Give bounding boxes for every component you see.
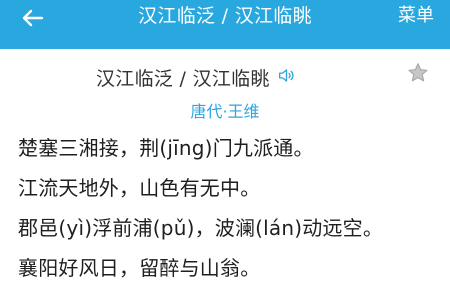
poem-line-4: 襄阳好风日，留醉与山翁。 [18, 256, 261, 280]
speaker-icon [278, 67, 295, 88]
poem-line-3: 郡邑(yì)浮前浦(pǔ)，波澜(lán)动远空。 [18, 216, 384, 240]
poem-detail-screen: 汉江临泛 / 汉江临眺 菜单 汉江临泛 / 汉江临眺 唐代·王维 楚塞三湘接，荆… [0, 0, 450, 289]
star-icon [406, 61, 430, 89]
page-title: 汉江临泛 / 汉江临眺 [138, 5, 312, 27]
favorite-button[interactable] [404, 61, 432, 89]
poem-title: 汉江临泛 / 汉江临眺 [96, 67, 270, 90]
top-navigation-bar: 汉江临泛 / 汉江临眺 菜单 [0, 0, 450, 49]
poem-line-2: 江流天地外，山色有无中。 [18, 176, 261, 200]
menu-button[interactable]: 菜单 [398, 0, 434, 32]
arrow-left-icon [21, 6, 45, 34]
poem-lines: 楚塞三湘接，荆(jīng)门九派通。 江流天地外，山色有无中。 郡邑(yì)浮前… [18, 128, 443, 288]
poem-line-1: 楚塞三湘接，荆(jīng)门九派通。 [18, 136, 314, 160]
audio-button[interactable] [278, 67, 295, 88]
poem-title-group: 汉江临泛 / 汉江临眺 [96, 61, 295, 93]
back-button[interactable] [16, 3, 50, 37]
poem-author: 唐代·王维 [190, 102, 260, 121]
poem-header: 汉江临泛 / 汉江临眺 [0, 61, 450, 93]
